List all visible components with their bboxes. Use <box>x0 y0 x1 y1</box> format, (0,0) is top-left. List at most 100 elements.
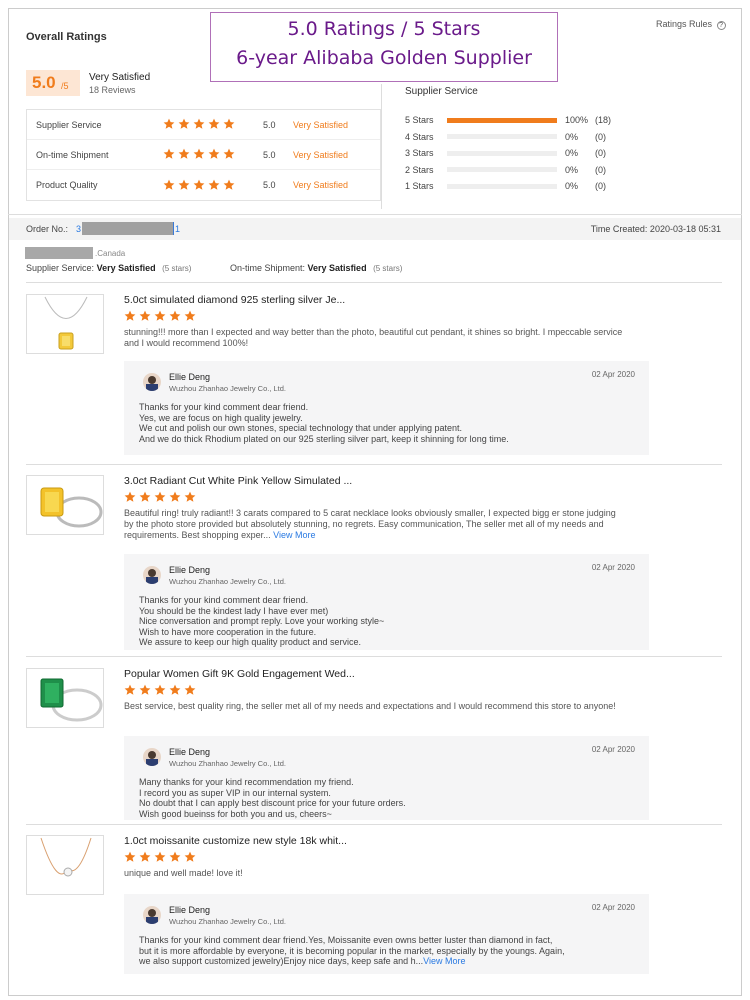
breakdown-row: 3 Stars 0% (0) <box>405 145 625 162</box>
breakdown-percent: 0% <box>565 181 579 192</box>
overall-ratings-title: Overall Ratings <box>26 31 107 43</box>
star-icon <box>154 684 166 695</box>
replier-company: Wuzhou Zhanhao Jewelry Co., Ltd. <box>169 384 287 393</box>
product-title[interactable]: 1.0ct moissanite customize new style 18k… <box>124 835 347 847</box>
star-icon <box>139 310 151 321</box>
star-icon <box>208 118 220 129</box>
star-icon <box>178 179 190 190</box>
product-title[interactable]: 5.0ct simulated diamond 925 sterling sil… <box>124 294 345 306</box>
replier-name: Ellie Deng <box>169 372 211 382</box>
breakdown-row: 4 Stars 0% (0) <box>405 129 625 146</box>
star-icon <box>169 491 181 502</box>
breakdown-bar <box>447 117 557 123</box>
breakdown-count: (0) <box>595 148 606 159</box>
review-text: Best service, best quality ring, the sel… <box>124 701 624 712</box>
rating-row-status: Very Satisfied <box>293 180 349 190</box>
avatar <box>143 373 161 391</box>
view-more-link[interactable]: View More <box>423 956 465 966</box>
reply-line-text: we also support customized jewelry)Enjoy… <box>139 956 424 967</box>
breakdown-label: 2 Stars <box>405 164 434 175</box>
product-image-pendant[interactable] <box>26 294 104 354</box>
view-more-link[interactable]: View More <box>273 530 315 540</box>
buyer-name-redaction <box>25 247 93 259</box>
product-title[interactable]: 3.0ct Radiant Cut White Pink Yellow Simu… <box>124 475 352 487</box>
rating-row-status: Very Satisfied <box>293 149 349 160</box>
supplier-service-title: Supplier Service <box>405 86 478 97</box>
breakdown-percent: 0% <box>565 131 579 142</box>
product-image-moissanite-necklace[interactable] <box>26 835 104 895</box>
star-rating <box>163 117 263 132</box>
ring-image-icon <box>40 678 103 722</box>
star-icon <box>169 310 181 321</box>
star-icon <box>139 491 151 502</box>
supplier-reply: Ellie Deng Wuzhou Zhanhao Jewelry Co., L… <box>124 736 649 820</box>
breakdown-bar-fill <box>447 117 557 123</box>
star-icon <box>169 851 181 862</box>
order-number-start[interactable]: 3 <box>76 224 81 234</box>
breakdown-count: (18) <box>595 115 612 126</box>
avatar <box>143 748 161 766</box>
star-icon <box>223 118 235 129</box>
overall-summary: Very Satisfied <box>89 72 151 83</box>
reply-line: Wish to have more cooperation in the fut… <box>139 626 317 637</box>
ratings-rules-link[interactable]: Ratings Rules ? <box>656 19 726 30</box>
banner-line-2: 6-year Alibaba Golden Supplier <box>236 47 532 69</box>
breakdown-label: 1 Stars <box>405 181 434 192</box>
breakdown-percent: 100% <box>565 115 589 126</box>
review-body: Best service, best quality ring, the sel… <box>124 701 616 711</box>
star-icon <box>124 491 136 502</box>
replier-name: Ellie Deng <box>169 565 211 575</box>
review-text: stunning!!! more than I expected and way… <box>124 327 624 349</box>
pendant-image-icon <box>44 296 88 350</box>
ring-image-icon <box>40 487 103 528</box>
star-breakdown: 5 Stars 100% (18) 4 Stars 0% (0) 3 Stars… <box>405 112 625 195</box>
star-icon <box>169 684 181 695</box>
order-header: Order No.: 3 1 Time Created: 2020-03-18 … <box>9 218 741 240</box>
reply-date: 02 Apr 2020 <box>591 370 635 379</box>
reply-line: And we do thick Rhodium plated on our 92… <box>139 433 509 444</box>
breakdown-percent: 0% <box>565 164 579 175</box>
star-icon <box>208 179 220 190</box>
reply-line: Wish good bueinss for both you and us, c… <box>139 808 332 819</box>
breakdown-count: (0) <box>595 131 606 142</box>
breakdown-label: 3 Stars <box>405 148 434 159</box>
order-number-redaction <box>82 222 174 235</box>
product-title[interactable]: Popular Women Gift 9K Gold Engagement We… <box>124 668 355 680</box>
star-icon <box>184 491 196 502</box>
star-icon <box>184 851 196 862</box>
review-text: Beautiful ring! truly radiant!! 3 carats… <box>124 508 624 541</box>
time-created: Time Created: 2020-03-18 05:31 <box>590 224 721 234</box>
supplier-reply: Ellie Deng Wuzhou Zhanhao Jewelry Co., L… <box>124 894 649 974</box>
overall-score-badge: 5.0 /5 <box>26 70 80 96</box>
ratings-rules-label: Ratings Rules <box>656 19 713 29</box>
buyer-country: .Canada <box>95 249 126 258</box>
supplier-reply: Ellie Deng Wuzhou Zhanhao Jewelry Co., L… <box>124 554 649 650</box>
product-image-ring-green[interactable] <box>26 668 104 728</box>
necklace-image-icon <box>40 837 92 877</box>
rating-row-label: Product Quality <box>36 180 98 190</box>
reply-line: Thanks for your kind comment dear friend… <box>139 402 309 412</box>
buyer-shipment-value: Very Satisfied <box>307 263 367 273</box>
breakdown-row: 2 Stars 0% (0) <box>405 162 625 179</box>
buyer-supplier-service-stars: (5 stars) <box>162 264 192 273</box>
star-icon <box>124 310 136 321</box>
reply-line: We assure to keep our high quality produ… <box>139 637 361 648</box>
rating-row-label: Supplier Service <box>36 119 102 130</box>
star-icon <box>193 179 205 190</box>
reviews-count: 18 Reviews <box>89 85 136 95</box>
overall-score: 5.0 <box>32 73 56 92</box>
star-icon <box>193 118 205 129</box>
order-number-end[interactable]: 1 <box>175 224 180 234</box>
breakdown-count: (0) <box>595 181 606 192</box>
breakdown-bar <box>447 150 557 156</box>
supplier-reply: Ellie Deng Wuzhou Zhanhao Jewelry Co., L… <box>124 361 649 455</box>
star-icon <box>163 148 175 159</box>
star-rating <box>124 490 200 506</box>
reply-line: Yes, we are focus on high quality jewelr… <box>139 412 303 423</box>
buyer-supplier-service-value: Very Satisfied <box>96 263 156 273</box>
reply-line: but it is more affordable by everyone, i… <box>139 945 565 956</box>
banner-line-1: 5.0 Ratings / 5 Stars <box>287 18 481 40</box>
replier-company: Wuzhou Zhanhao Jewelry Co., Ltd. <box>169 577 287 586</box>
review-body: Beautiful ring! truly radiant!! 3 carats… <box>124 508 616 540</box>
product-image-ring-yellow[interactable] <box>26 475 104 535</box>
